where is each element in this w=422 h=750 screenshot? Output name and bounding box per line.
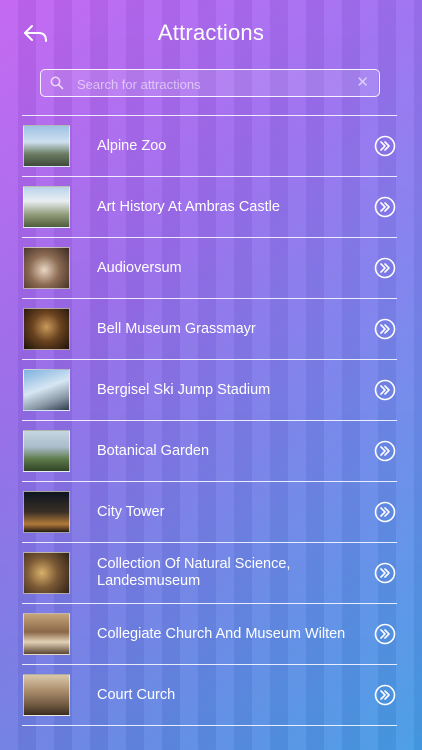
list-item[interactable]: Bell Museum Grassmayr: [0, 299, 422, 359]
attraction-name: Audioversum: [97, 259, 182, 276]
double-chevron-right-circle-icon[interactable]: [374, 501, 396, 523]
list-item[interactable]: Collegiate Church And Museum Wilten: [0, 604, 422, 664]
attraction-thumbnail: [23, 491, 70, 533]
attraction-thumbnail: [23, 369, 70, 411]
header: Attractions: [0, 0, 422, 62]
double-chevron-right-circle-icon[interactable]: [374, 196, 396, 218]
list-item[interactable]: Botanical Garden: [0, 421, 422, 481]
attraction-name: Collection Of Natural Science, Landesmus…: [97, 556, 291, 589]
list-divider: [22, 725, 397, 726]
attraction-thumbnail: [23, 430, 70, 472]
list-item[interactable]: Bergisel Ski Jump Stadium: [0, 360, 422, 420]
double-chevron-right-circle-icon[interactable]: [374, 684, 396, 706]
search-icon: [50, 76, 64, 90]
attraction-thumbnail: [23, 247, 70, 289]
page-title: Attractions: [157, 20, 265, 45]
attraction-thumbnail: [23, 186, 70, 228]
double-chevron-right-circle-icon[interactable]: [374, 440, 396, 462]
attraction-name: Art History At Ambras Castle: [97, 198, 280, 215]
attraction-name: Bergisel Ski Jump Stadium: [97, 381, 271, 398]
list-item[interactable]: Court Curch: [0, 665, 422, 725]
search-input[interactable]: [75, 72, 349, 96]
list-item[interactable]: City Tower: [0, 482, 422, 542]
double-chevron-right-circle-icon[interactable]: [374, 318, 396, 340]
double-chevron-right-circle-icon[interactable]: [374, 379, 396, 401]
attraction-thumbnail: [23, 613, 70, 655]
list-item[interactable]: Audioversum: [0, 238, 422, 298]
search-bar[interactable]: ✕: [40, 69, 380, 97]
attractions-list: Alpine Zoo Art History At Ambras Castle Au…: [0, 115, 422, 726]
attraction-name: Alpine Zoo: [97, 137, 167, 154]
list-item[interactable]: Art History At Ambras Castle: [0, 177, 422, 237]
attraction-name: Collegiate Church And Museum Wilten: [97, 625, 346, 642]
attraction-name: Botanical Garden: [97, 442, 210, 459]
double-chevron-right-circle-icon[interactable]: [374, 257, 396, 279]
double-chevron-right-circle-icon[interactable]: [374, 562, 396, 584]
double-chevron-right-circle-icon[interactable]: [374, 135, 396, 157]
attraction-name: Court Curch: [97, 686, 176, 703]
attraction-name: City Tower: [97, 503, 165, 520]
list-item[interactable]: Alpine Zoo: [0, 116, 422, 176]
list-item[interactable]: Collection Of Natural Science, Landesmus…: [0, 543, 422, 603]
attraction-name: Bell Museum Grassmayr: [97, 320, 256, 337]
close-icon[interactable]: ✕: [356, 74, 369, 92]
attraction-thumbnail: [23, 674, 70, 716]
attraction-thumbnail: [23, 308, 70, 350]
attraction-thumbnail: [23, 552, 70, 594]
double-chevron-right-circle-icon[interactable]: [374, 623, 396, 645]
attraction-thumbnail: [23, 125, 70, 167]
